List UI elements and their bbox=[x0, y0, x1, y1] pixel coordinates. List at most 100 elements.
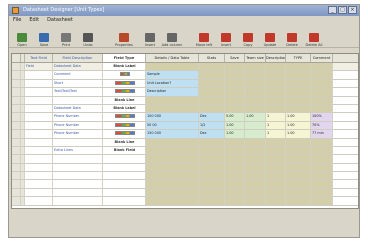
text-field-cell[interactable] bbox=[25, 121, 53, 130]
data-cell-4[interactable]: 1.00 bbox=[286, 121, 311, 130]
toolbar-button-11[interactable]: Delete bbox=[281, 27, 303, 47]
toolbar-button-2[interactable]: Print bbox=[55, 27, 77, 47]
data-cell-0[interactable] bbox=[199, 71, 225, 79]
menu-file[interactable]: File bbox=[13, 16, 21, 25]
text-field-cell[interactable] bbox=[25, 113, 53, 121]
field-type-cell[interactable]: Blank Label bbox=[103, 104, 146, 113]
data-cell-1[interactable] bbox=[225, 71, 245, 79]
data-cell-3[interactable] bbox=[266, 71, 286, 79]
field-description-cell[interactable]: Datasheet Data bbox=[53, 63, 103, 71]
data-cell-5[interactable] bbox=[311, 79, 333, 88]
details-cell[interactable]: Description bbox=[146, 88, 199, 96]
field-type-cell[interactable] bbox=[103, 71, 146, 79]
data-cell-5[interactable] bbox=[311, 88, 333, 96]
toolbar-button-1[interactable]: Save bbox=[33, 27, 55, 47]
data-cell-1[interactable] bbox=[225, 146, 245, 155]
details-cell[interactable] bbox=[146, 104, 199, 113]
header-text-field[interactable]: Text Field bbox=[25, 54, 53, 62]
table-row[interactable]: Phone Number 100 000 Dec 5.00 1.00 1 1.00 100% bbox=[12, 113, 358, 122]
data-cell-4[interactable]: 1.00 bbox=[286, 113, 311, 121]
text-field-cell[interactable] bbox=[25, 96, 53, 104]
text-field-cell[interactable] bbox=[25, 71, 53, 79]
data-cell-3[interactable] bbox=[266, 104, 286, 113]
toolbar-button-5[interactable]: Insert bbox=[139, 27, 161, 47]
data-cell-0[interactable] bbox=[199, 96, 225, 104]
data-cell-5[interactable]: 70% bbox=[311, 121, 333, 130]
text-field-cell[interactable]: Field bbox=[25, 63, 53, 71]
data-cell-1[interactable] bbox=[225, 63, 245, 71]
toolbar-button-6[interactable]: Add column bbox=[161, 27, 183, 47]
table-row[interactable]: Short Unit Location? bbox=[12, 79, 358, 89]
text-field-cell[interactable] bbox=[25, 130, 53, 138]
text-field-cell[interactable] bbox=[25, 79, 53, 88]
data-cell-4[interactable]: 1.00 bbox=[286, 130, 311, 138]
toolbar-button-9[interactable]: Copy bbox=[237, 27, 259, 47]
toolbar-button-12[interactable]: Delete All bbox=[303, 27, 325, 47]
toolbar-button-10[interactable]: Update bbox=[259, 27, 281, 47]
field-type-cell[interactable]: Blank Label bbox=[103, 63, 146, 71]
data-cell-2[interactable] bbox=[245, 104, 266, 113]
data-cell-1[interactable]: 1.00 bbox=[225, 121, 245, 130]
data-cell-3[interactable]: 1 bbox=[266, 130, 286, 138]
text-field-cell[interactable] bbox=[25, 146, 53, 155]
data-cell-3[interactable] bbox=[266, 63, 286, 71]
menu-datasheet[interactable]: Datasheet bbox=[47, 16, 73, 25]
header-team-size[interactable]: Team size bbox=[245, 54, 266, 62]
data-cell-2[interactable] bbox=[245, 79, 266, 88]
data-cell-0[interactable]: Dec bbox=[199, 130, 225, 138]
data-cell-1[interactable] bbox=[225, 104, 245, 113]
data-cell-2[interactable] bbox=[245, 130, 266, 138]
data-cell-2[interactable] bbox=[245, 63, 266, 71]
data-cell-4[interactable] bbox=[286, 96, 311, 104]
table-row[interactable]: Extra Lines Blank Field bbox=[12, 146, 358, 156]
data-cell-2[interactable]: 1.00 bbox=[245, 113, 266, 121]
text-field-cell[interactable] bbox=[25, 138, 53, 146]
data-cell-3[interactable] bbox=[266, 88, 286, 96]
data-cell-0[interactable]: Dec bbox=[199, 113, 225, 121]
text-field-cell[interactable] bbox=[25, 88, 53, 96]
table-row[interactable]: Text/Text/Text Description bbox=[12, 88, 358, 97]
field-description-cell[interactable] bbox=[53, 96, 103, 104]
header-field-type[interactable]: Field Type bbox=[103, 54, 146, 62]
data-cell-4[interactable] bbox=[286, 71, 311, 79]
details-cell[interactable]: 50 00 bbox=[146, 121, 199, 130]
details-cell[interactable]: Sample bbox=[146, 71, 199, 79]
data-cell-0[interactable]: 1/2 bbox=[199, 121, 225, 130]
data-cell-4[interactable] bbox=[286, 63, 311, 71]
header-save[interactable]: Save bbox=[225, 54, 245, 62]
header-description[interactable]: Description bbox=[266, 54, 286, 62]
data-cell-0[interactable] bbox=[199, 79, 225, 88]
data-cell-2[interactable] bbox=[245, 146, 266, 155]
text-field-cell[interactable] bbox=[25, 104, 53, 113]
details-cell[interactable]: Unit Location? bbox=[146, 79, 199, 88]
data-cell-3[interactable] bbox=[266, 138, 286, 146]
toolbar-button-3[interactable]: Undo bbox=[77, 27, 99, 47]
data-cell-2[interactable] bbox=[245, 121, 266, 130]
details-cell[interactable] bbox=[146, 63, 199, 71]
toolbar-button-0[interactable]: Open bbox=[11, 27, 33, 47]
field-description-cell[interactable]: Text/Text/Text bbox=[53, 88, 103, 96]
toolbar-button-4[interactable]: Properties bbox=[109, 27, 139, 47]
details-cell[interactable]: 100 000 bbox=[146, 113, 199, 121]
header-details[interactable]: Details / Data Table bbox=[146, 54, 199, 62]
table-row[interactable]: Field Datasheet Data Blank Label bbox=[12, 63, 358, 72]
data-cell-1[interactable] bbox=[225, 79, 245, 88]
data-cell-4[interactable] bbox=[286, 138, 311, 146]
details-cell[interactable] bbox=[146, 96, 199, 104]
data-cell-5[interactable]: 100% bbox=[311, 113, 333, 121]
field-description-cell[interactable] bbox=[53, 138, 103, 146]
data-cell-1[interactable]: 5.00 bbox=[225, 113, 245, 121]
data-cell-1[interactable]: 1.00 bbox=[225, 130, 245, 138]
data-cell-5[interactable] bbox=[311, 146, 333, 155]
data-cell-5[interactable]: 77 min bbox=[311, 130, 333, 138]
field-description-cell[interactable]: Extra Lines bbox=[53, 146, 103, 155]
data-cell-0[interactable] bbox=[199, 104, 225, 113]
details-cell[interactable]: 150 000 bbox=[146, 130, 199, 138]
field-type-cell[interactable] bbox=[103, 113, 146, 121]
maximize-button[interactable]: □ bbox=[338, 6, 347, 14]
header-field-description[interactable]: Field Description bbox=[53, 54, 103, 62]
data-cell-5[interactable] bbox=[311, 63, 333, 71]
minimize-button[interactable]: _ bbox=[328, 6, 337, 14]
data-cell-1[interactable] bbox=[225, 138, 245, 146]
table-row[interactable]: Datasheet Data Blank Label bbox=[12, 104, 358, 114]
